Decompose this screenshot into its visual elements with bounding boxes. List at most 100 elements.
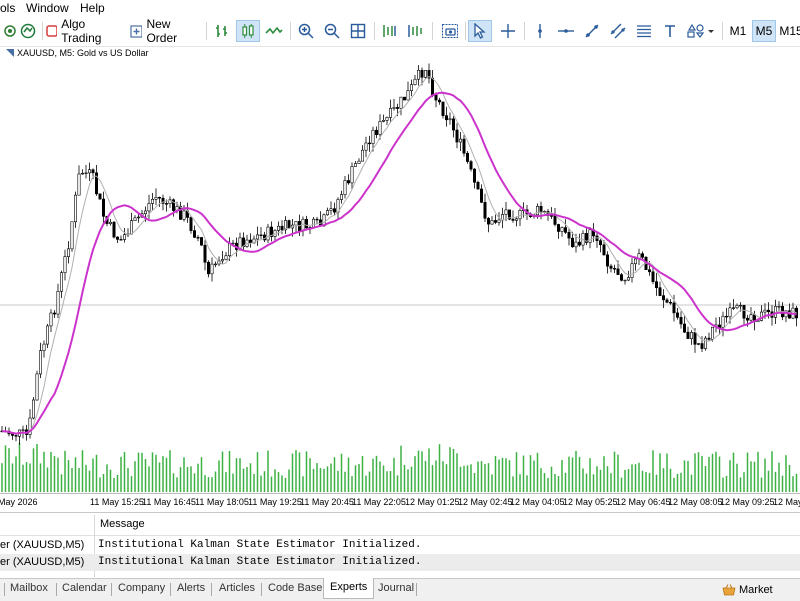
zoom-out-icon[interactable]: [320, 20, 344, 42]
new-order-button[interactable]: New Order: [130, 17, 202, 45]
candle: [385, 116, 389, 126]
menu-tools[interactable]: ols: [0, 1, 15, 15]
candle: [189, 215, 193, 234]
tab-articles[interactable]: Articles: [219, 579, 255, 599]
candle: [665, 297, 669, 304]
chart-window[interactable]: XAUUSD, M5: Gold vs US Dollar: [0, 46, 800, 512]
time-axis-label: 11 May 20:45: [300, 497, 354, 507]
candle: [458, 132, 462, 151]
candle: [588, 227, 592, 249]
shapes-dropdown-icon[interactable]: [684, 20, 718, 42]
candle: [511, 210, 515, 223]
new-order-label: New Order: [146, 17, 178, 45]
candle: [500, 207, 504, 229]
chart-shift-icon[interactable]: [378, 20, 402, 42]
crosshair-icon[interactable]: [496, 20, 520, 42]
candle: [479, 184, 483, 204]
log-row[interactable]: er (XAUUSD,M5) Institutional Kalman Stat…: [0, 537, 800, 554]
signals-icon[interactable]: [18, 20, 38, 42]
candle: [329, 201, 333, 215]
timeframe-m1[interactable]: M1: [726, 20, 750, 42]
tab-company[interactable]: Company: [118, 579, 165, 599]
candle: [346, 174, 350, 185]
equidistant-channel-icon[interactable]: [606, 20, 630, 42]
candle: [686, 326, 690, 339]
candle: [605, 251, 609, 274]
menu-window[interactable]: Window: [26, 1, 69, 15]
candlesticks: [0, 63, 798, 445]
candle: [109, 219, 113, 226]
candle: [357, 158, 361, 164]
trend-line-icon[interactable]: [580, 20, 604, 42]
autoscroll-icon[interactable]: [404, 20, 428, 42]
candle: [696, 342, 700, 346]
cursor-icon[interactable]: [468, 20, 492, 42]
line-chart-icon[interactable]: [262, 20, 286, 42]
candle: [675, 307, 679, 320]
candle: [308, 226, 312, 234]
screenshot-icon[interactable]: [438, 20, 462, 42]
candle: [402, 96, 406, 101]
horizontal-line-icon[interactable]: [554, 20, 578, 42]
log-source: er (XAUUSD,M5): [0, 539, 85, 551]
log-row[interactable]: er (XAUUSD,M5) Institutional Kalman Stat…: [0, 554, 800, 571]
time-axis-label: 12 May 05:25: [563, 497, 618, 507]
candle: [598, 239, 602, 253]
candle: [437, 97, 441, 105]
candle: [623, 279, 627, 285]
bar-chart-icon[interactable]: [210, 20, 234, 42]
vertical-line-icon[interactable]: [528, 20, 552, 42]
candle: [287, 219, 291, 229]
time-axis-label: 11 May 15:25: [90, 497, 144, 507]
tab-calendar[interactable]: Calendar: [62, 579, 107, 599]
algo-trading-button[interactable]: Algo Trading: [46, 17, 124, 45]
price-chart[interactable]: [0, 46, 800, 512]
candle: [787, 303, 791, 319]
candle: [353, 161, 357, 167]
time-axis-label: 11 May 19:25: [248, 497, 302, 507]
candle: [423, 70, 427, 79]
candle: [294, 221, 298, 233]
timeframe-m15[interactable]: M15: [778, 20, 800, 42]
market-button[interactable]: Market: [722, 581, 773, 599]
market-label: Market: [739, 584, 773, 596]
candle: [367, 135, 371, 152]
tab-journal[interactable]: Journal: [378, 579, 414, 599]
candle: [126, 228, 130, 238]
candle: [332, 202, 336, 216]
candle: [553, 207, 557, 227]
candle: [123, 228, 127, 243]
candle: [381, 114, 385, 123]
time-axis: May 2026 11 May 15:25 11 May 16:45 11 Ma…: [0, 493, 800, 511]
candle: [430, 70, 434, 98]
tab-experts[interactable]: Experts: [323, 578, 375, 599]
candle: [493, 214, 497, 225]
candle: [427, 63, 431, 84]
candle: [584, 228, 588, 246]
candle: [668, 299, 672, 305]
log-header-message[interactable]: Message: [100, 518, 145, 530]
tab-code-base[interactable]: Code Base: [268, 579, 322, 599]
candle: [556, 223, 560, 239]
candle: [283, 216, 287, 235]
candle: [392, 98, 396, 111]
tab-mailbox[interactable]: Mailbox: [10, 579, 48, 599]
chart-properties-icon[interactable]: [2, 20, 18, 42]
candle: [262, 231, 266, 243]
time-axis-label: 12 May 10:45: [773, 497, 800, 507]
candle: [158, 196, 162, 207]
text-tool-icon[interactable]: [658, 20, 682, 42]
tile-windows-icon[interactable]: [346, 20, 370, 42]
log-message: Institutional Kalman State Estimator Ini…: [98, 539, 422, 551]
candle: [742, 304, 746, 325]
tab-alerts[interactable]: Alerts: [177, 579, 205, 599]
candlestick-chart-icon[interactable]: [236, 20, 260, 42]
candle: [451, 116, 455, 138]
candle: [619, 273, 623, 282]
zoom-in-icon[interactable]: [294, 20, 318, 42]
candle: [724, 307, 728, 323]
menu-help[interactable]: Help: [80, 1, 105, 15]
timeframe-m5[interactable]: M5: [752, 20, 776, 42]
time-axis-label: May 2026: [0, 497, 38, 507]
fibonacci-icon[interactable]: [632, 20, 656, 42]
